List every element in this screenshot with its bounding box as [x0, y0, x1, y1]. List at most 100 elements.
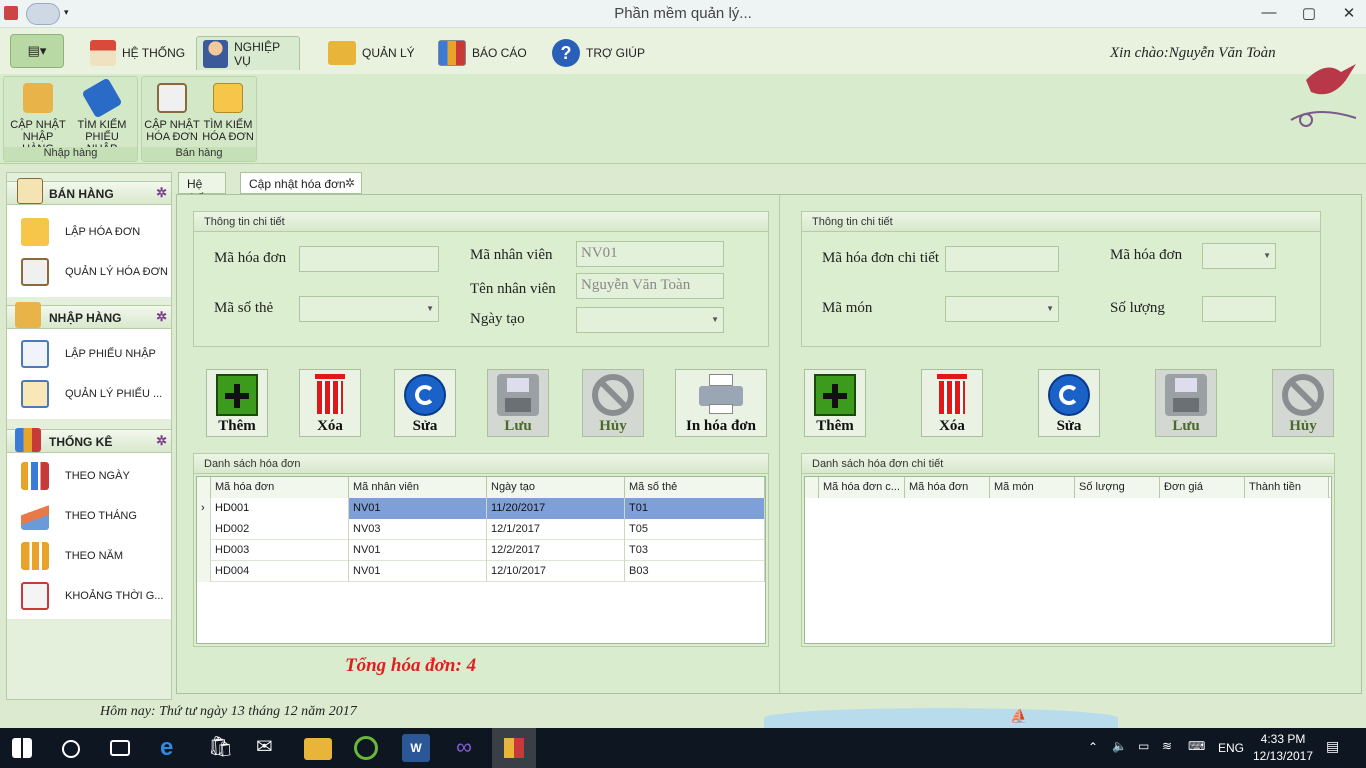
visual-studio-icon[interactable]: ∞	[450, 734, 478, 762]
column-header[interactable]: Mã hóa đơn	[211, 477, 349, 498]
maximize-button[interactable]: ▢	[1294, 4, 1324, 22]
tab-nghiep-vu[interactable]: NGHIỆP VỤ	[196, 36, 300, 70]
xoa-button[interactable]: Xóa	[299, 369, 361, 437]
ma-hoa-don-input[interactable]	[299, 246, 439, 272]
nav-item-theo-ngay[interactable]: THEO NGÀY	[21, 461, 130, 491]
column-header[interactable]: Số lượng	[1075, 477, 1160, 498]
nav-item-quan-ly-phieu-nhap[interactable]: QUẢN LÝ PHIẾU ...	[21, 379, 162, 409]
table-cell[interactable]: T03	[625, 540, 765, 561]
table-row[interactable]: HD003 NV01 12/2/2017 T03	[197, 540, 765, 561]
table-cell[interactable]: T05	[625, 519, 765, 540]
sua-detail-button[interactable]: Sửa	[1038, 369, 1100, 437]
luu-detail-button[interactable]: Lưu	[1155, 369, 1217, 437]
nav-item-khoang-thoi-gian[interactable]: KHOẢNG THỜI G...	[21, 581, 163, 611]
table-row[interactable]: HD002 NV03 12/1/2017 T05	[197, 519, 765, 540]
battery-icon[interactable]: ▭	[1138, 739, 1149, 753]
table-cell[interactable]: 11/20/2017	[487, 498, 625, 519]
coccoc-browser-icon[interactable]	[354, 736, 378, 760]
ngay-tao-date-picker[interactable]: ▼	[576, 307, 724, 333]
clock-date[interactable]: 12/13/2017	[1252, 749, 1314, 763]
column-header[interactable]: Mã nhân viên	[349, 477, 487, 498]
table-cell[interactable]: NV01	[349, 498, 487, 519]
column-header[interactable]: Đơn giá	[1160, 477, 1245, 498]
wifi-icon[interactable]: ≋	[1162, 739, 1172, 753]
nav-item-theo-nam[interactable]: THEO NĂM	[21, 541, 123, 571]
word-icon[interactable]: W	[402, 734, 430, 762]
search-icon[interactable]	[62, 740, 80, 758]
notification-icon[interactable]: ▤	[1326, 738, 1339, 755]
chevron-up-icon[interactable]: ⌃	[1088, 740, 1098, 754]
close-button[interactable]: ✕	[1334, 4, 1364, 22]
column-header[interactable]: Mã hóa đơn c...	[819, 477, 905, 498]
huy-button[interactable]: Hủy	[582, 369, 644, 437]
nav-section-ban-hang-header[interactable]: BÁN HÀNG ✲	[7, 178, 171, 205]
tim-kiem-hoa-don-button[interactable]: TÌM KIẾM HÓA ĐƠN	[198, 83, 258, 143]
table-cell[interactable]: B03	[625, 561, 765, 582]
table-cell[interactable]: HD004	[211, 561, 349, 582]
ma-so-the-select[interactable]: ▼	[299, 296, 439, 322]
task-view-icon[interactable]	[110, 740, 130, 756]
huy-detail-button[interactable]: Hủy	[1272, 369, 1334, 437]
tab-he-thong[interactable]: HỆ THỐNG	[84, 36, 191, 70]
tab-tro-giup[interactable]: ? TRỢ GIÚP	[546, 36, 651, 70]
column-header[interactable]: Mã số thẻ	[625, 477, 765, 498]
them-detail-button[interactable]: Thêm	[804, 369, 866, 437]
nav-item-theo-thang[interactable]: THEO THÁNG	[21, 501, 137, 531]
luu-button[interactable]: Lưu	[487, 369, 549, 437]
ten-nhan-vien-input[interactable]: Nguyễn Văn Toàn	[576, 273, 724, 299]
minimize-button[interactable]: —	[1254, 4, 1284, 21]
mail-icon[interactable]: ✉	[256, 734, 284, 762]
nav-item-lap-hoa-don[interactable]: LẬP HÓA ĐƠN	[21, 217, 140, 247]
table-cell[interactable]: 12/1/2017	[487, 519, 625, 540]
collapse-icon[interactable]: ✲	[156, 309, 167, 325]
cap-nhat-hoa-don-button[interactable]: CẬP NHẬT HÓA ĐƠN	[142, 83, 202, 143]
column-header[interactable]: Mã món	[990, 477, 1075, 498]
tim-kiem-phieu-nhap-button[interactable]: TÌM KIẾM PHIẾU NHẬP	[72, 77, 132, 155]
tab-bao-cao[interactable]: BÁO CÁO	[432, 36, 533, 70]
ma-mon-select[interactable]: ▼	[945, 296, 1059, 322]
table-cell[interactable]: T01	[625, 498, 765, 519]
table-cell[interactable]: NV03	[349, 519, 487, 540]
ma-hoa-don-select[interactable]: ▼	[1202, 243, 1276, 269]
column-header[interactable]: Mã hóa đơn	[905, 477, 990, 498]
table-row[interactable]: › HD001 NV01 11/20/2017 T01	[197, 498, 765, 519]
nav-item-quan-ly-hoa-don[interactable]: QUẢN LÝ HÓA ĐƠN	[21, 257, 168, 287]
row-header-cell[interactable]	[197, 561, 211, 582]
xoa-detail-button[interactable]: Xóa	[921, 369, 983, 437]
table-cell[interactable]: HD002	[211, 519, 349, 540]
column-header[interactable]: Ngày tạo	[487, 477, 625, 498]
row-header-cell[interactable]	[197, 540, 211, 561]
collapse-icon[interactable]: ✲	[156, 433, 167, 449]
sua-button[interactable]: Sửa	[394, 369, 456, 437]
cap-nhat-nhap-hang-button[interactable]: CẬP NHẬT NHẬP HÀNG	[8, 83, 68, 155]
volume-icon[interactable]: 🔈	[1112, 739, 1127, 753]
file-explorer-icon[interactable]	[304, 738, 332, 760]
ma-hdct-input[interactable]	[945, 246, 1059, 272]
doc-tab-cap-nhat-hoa-don[interactable]: Cập nhật hóa đơn ✲	[240, 172, 362, 194]
running-app-icon[interactable]	[492, 728, 536, 768]
close-tab-icon[interactable]: ✲	[345, 176, 355, 190]
table-cell[interactable]: NV01	[349, 561, 487, 582]
keyboard-icon[interactable]: ⌨	[1188, 739, 1205, 753]
so-luong-input[interactable]	[1202, 296, 1276, 322]
windows-start-icon[interactable]	[12, 738, 32, 758]
column-header[interactable]: Thành tiền	[1245, 477, 1329, 498]
app-menu-button[interactable]: ▤▾	[10, 34, 64, 68]
table-cell[interactable]: HD003	[211, 540, 349, 561]
edge-browser-icon[interactable]: e	[160, 734, 188, 762]
store-icon[interactable]: 🛍	[208, 734, 236, 762]
language-indicator[interactable]: ENG	[1218, 741, 1244, 755]
ma-nhan-vien-input[interactable]: NV01	[576, 241, 724, 267]
table-cell[interactable]: 12/10/2017	[487, 561, 625, 582]
collapse-icon[interactable]: ✲	[156, 185, 167, 201]
row-selector-icon[interactable]: ›	[197, 498, 211, 519]
in-hoa-don-button[interactable]: In hóa đơn	[675, 369, 767, 437]
table-row[interactable]: HD004 NV01 12/10/2017 B03	[197, 561, 765, 582]
clock-time[interactable]: 4:33 PM	[1258, 732, 1308, 746]
tab-quan-ly[interactable]: QUẢN LÝ	[322, 36, 421, 70]
doc-tab-he-thong[interactable]: Hệ thống	[178, 172, 227, 205]
row-header-cell[interactable]	[197, 519, 211, 540]
nav-item-lap-phieu-nhap[interactable]: LẬP PHIẾU NHẬP	[21, 339, 156, 369]
table-cell[interactable]: NV01	[349, 540, 487, 561]
nav-section-thong-ke-header[interactable]: THỐNG KÊ ✲	[7, 428, 171, 453]
